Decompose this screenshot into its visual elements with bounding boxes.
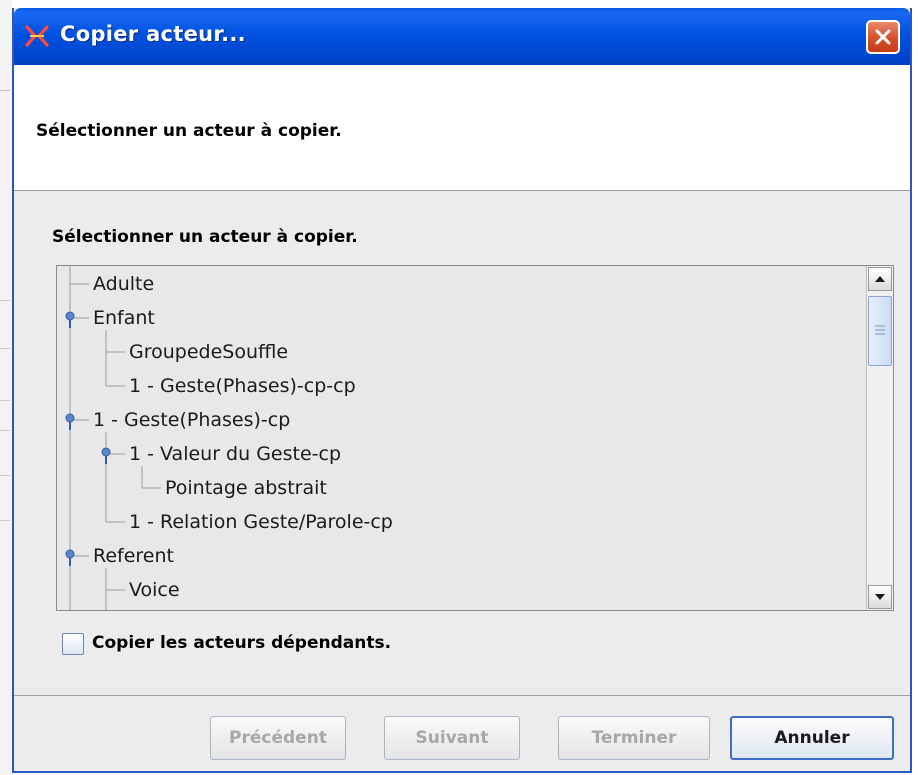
background-edge-mark <box>0 430 10 431</box>
tree-item-relation-geste-parole-cp[interactable]: 1 - Relation Geste/Parole-cp <box>129 510 393 534</box>
tree-item-enfant[interactable]: Enfant <box>93 306 155 330</box>
wizard-footer: Précédent Suivant Terminer Annuler <box>14 696 910 771</box>
scroll-down-button[interactable] <box>868 585 892 609</box>
tree-item-voice[interactable]: Voice <box>129 578 180 602</box>
tree-item-pointage-abstrait[interactable]: Pointage abstrait <box>165 476 327 500</box>
next-button[interactable]: Suivant <box>384 716 520 760</box>
wizard-header-text: Sélectionner un acteur à copier. <box>36 121 342 141</box>
wizard-content: Sélectionner un acteur à copier. Adulte … <box>14 191 910 695</box>
expanded-node-icon[interactable] <box>99 446 113 466</box>
tree-item-groupedesouffle[interactable]: GroupedeSouffle <box>129 340 288 364</box>
title-bar[interactable]: Copier acteur... <box>14 8 910 65</box>
copy-actor-dialog: Copier acteur... Sélectionner un acteur … <box>12 8 912 773</box>
actor-tree[interactable]: Adulte Enfant GroupedeSouffle 1 - Geste(… <box>56 265 894 611</box>
scroll-up-button[interactable] <box>868 267 892 291</box>
xwing-app-icon <box>24 23 50 49</box>
copy-dependents-checkbox[interactable] <box>62 633 84 655</box>
background-edge-mark <box>0 300 10 301</box>
tree-item-valeur-du-geste-cp[interactable]: 1 - Valeur du Geste-cp <box>129 442 341 466</box>
background-edge-mark <box>0 520 10 521</box>
background-edge-mark <box>0 90 10 91</box>
tree-item-adulte[interactable]: Adulte <box>93 272 154 296</box>
wizard-header: Sélectionner un acteur à copier. <box>14 65 910 191</box>
expanded-node-icon[interactable] <box>63 412 77 432</box>
grip-icon <box>875 325 885 335</box>
background-edge-mark <box>0 400 10 401</box>
expanded-node-icon[interactable] <box>63 548 77 568</box>
scroll-thumb[interactable] <box>868 296 892 366</box>
expanded-node-icon[interactable] <box>63 310 77 330</box>
window-title: Copier acteur... <box>60 22 246 46</box>
cancel-button[interactable]: Annuler <box>730 716 894 760</box>
arrow-up-icon <box>875 276 885 282</box>
tree-item-referent[interactable]: Referent <box>93 544 174 568</box>
finish-button[interactable]: Terminer <box>558 716 710 760</box>
tree-item-geste-phases-cp-cp[interactable]: 1 - Geste(Phases)-cp-cp <box>129 374 356 398</box>
previous-button[interactable]: Précédent <box>210 716 346 760</box>
tree-vertical-scrollbar[interactable] <box>866 266 893 610</box>
tree-label: Sélectionner un acteur à copier. <box>52 227 358 247</box>
close-button[interactable] <box>866 20 900 54</box>
background-edge-mark <box>0 348 10 349</box>
arrow-down-icon <box>875 594 885 600</box>
background-edge-mark <box>0 475 10 476</box>
copy-dependents-label[interactable]: Copier les acteurs dépendants. <box>92 633 391 653</box>
close-icon <box>875 29 891 45</box>
background-window <box>0 0 12 775</box>
tree-item-geste-phases-cp[interactable]: 1 - Geste(Phases)-cp <box>93 408 290 432</box>
tree-connector-lines <box>69 266 161 610</box>
